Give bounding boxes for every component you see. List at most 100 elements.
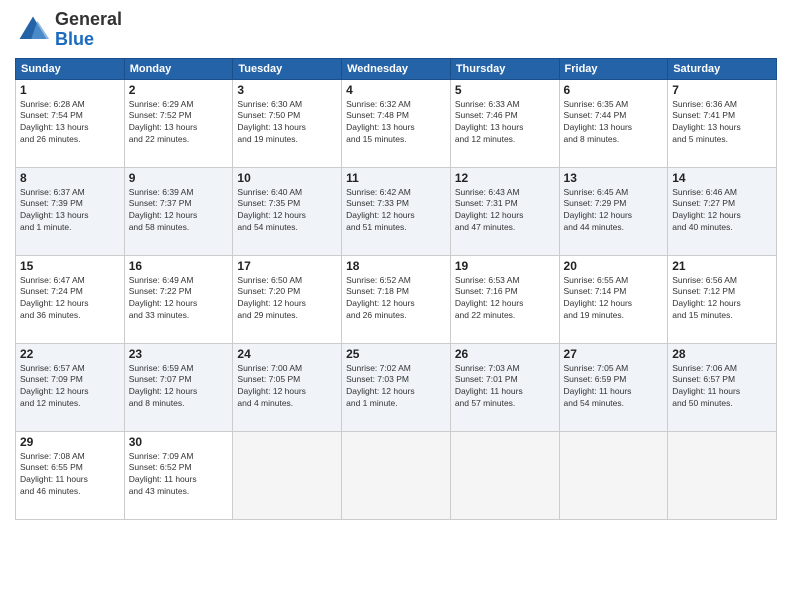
day-number: 8 — [20, 171, 120, 185]
header: General Blue — [15, 10, 777, 50]
calendar-week-3: 15 Sunrise: 6:47 AM Sunset: 7:24 PM Dayli… — [16, 255, 777, 343]
calendar-cell: 11 Sunrise: 6:42 AM Sunset: 7:33 PM Dayli… — [342, 167, 451, 255]
day-number: 22 — [20, 347, 120, 361]
day-number: 2 — [129, 83, 229, 97]
day-info: Sunrise: 6:49 AM Sunset: 7:22 PM Dayligh… — [129, 275, 229, 323]
calendar-cell: 20Sunrise: 6:55 AM Sunset: 7:14 PM Dayli… — [559, 255, 668, 343]
day-number: 13 — [564, 171, 664, 185]
calendar-cell: 3 Sunrise: 6:30 AM Sunset: 7:50 PM Daylig… — [233, 79, 342, 167]
day-number: 25 — [346, 347, 446, 361]
calendar-cell: 2 Sunrise: 6:29 AM Sunset: 7:52 PM Daylig… — [124, 79, 233, 167]
calendar-cell: 22 Sunrise: 6:57 AM Sunset: 7:09 PM Dayli… — [16, 343, 125, 431]
day-header-saturday: Saturday — [668, 58, 777, 79]
day-number: 7 — [672, 83, 772, 97]
day-info: Sunrise: 7:02 AM Sunset: 7:03 PM Dayligh… — [346, 363, 446, 411]
day-info: Sunrise: 7:05 AM Sunset: 6:59 PM Dayligh… — [564, 363, 664, 411]
day-header-thursday: Thursday — [450, 58, 559, 79]
calendar-header-row: SundayMondayTuesdayWednesdayThursdayFrid… — [16, 58, 777, 79]
calendar-cell: 6Sunrise: 6:35 AM Sunset: 7:44 PM Daylig… — [559, 79, 668, 167]
day-number: 10 — [237, 171, 337, 185]
calendar-week-5: 29 Sunrise: 7:08 AM Sunset: 6:55 PM Dayli… — [16, 431, 777, 519]
day-number: 3 — [237, 83, 337, 97]
day-number: 14 — [672, 171, 772, 185]
calendar-cell — [233, 431, 342, 519]
day-info: Sunrise: 7:06 AM Sunset: 6:57 PM Dayligh… — [672, 363, 772, 411]
calendar-cell: 25 Sunrise: 7:02 AM Sunset: 7:03 PM Dayli… — [342, 343, 451, 431]
logo-text: General Blue — [55, 10, 122, 50]
day-number: 29 — [20, 435, 120, 449]
day-number: 30 — [129, 435, 229, 449]
day-number: 16 — [129, 259, 229, 273]
calendar-cell: 12Sunrise: 6:43 AM Sunset: 7:31 PM Dayli… — [450, 167, 559, 255]
day-info: Sunrise: 6:45 AM Sunset: 7:29 PM Dayligh… — [564, 187, 664, 235]
calendar-cell: 10 Sunrise: 6:40 AM Sunset: 7:35 PM Dayli… — [233, 167, 342, 255]
calendar-cell: 27 Sunrise: 7:05 AM Sunset: 6:59 PM Dayli… — [559, 343, 668, 431]
day-number: 28 — [672, 347, 772, 361]
calendar-cell — [668, 431, 777, 519]
calendar-week-4: 22 Sunrise: 6:57 AM Sunset: 7:09 PM Dayli… — [16, 343, 777, 431]
day-number: 9 — [129, 171, 229, 185]
day-header-sunday: Sunday — [16, 58, 125, 79]
day-info: Sunrise: 6:35 AM Sunset: 7:44 PM Dayligh… — [564, 99, 664, 147]
day-number: 4 — [346, 83, 446, 97]
day-info: Sunrise: 6:28 AM Sunset: 7:54 PM Dayligh… — [20, 99, 120, 147]
logo-blue: Blue — [55, 29, 94, 49]
logo-general: General — [55, 9, 122, 29]
calendar-week-2: 8 Sunrise: 6:37 AM Sunset: 7:39 PM Daylig… — [16, 167, 777, 255]
day-info: Sunrise: 6:59 AM Sunset: 7:07 PM Dayligh… — [129, 363, 229, 411]
day-header-wednesday: Wednesday — [342, 58, 451, 79]
calendar-body: 1Sunrise: 6:28 AM Sunset: 7:54 PM Daylig… — [16, 79, 777, 519]
calendar-cell — [342, 431, 451, 519]
day-number: 18 — [346, 259, 446, 273]
day-number: 19 — [455, 259, 555, 273]
day-info: Sunrise: 6:43 AM Sunset: 7:31 PM Dayligh… — [455, 187, 555, 235]
day-header-friday: Friday — [559, 58, 668, 79]
day-info: Sunrise: 7:08 AM Sunset: 6:55 PM Dayligh… — [20, 451, 120, 499]
day-number: 11 — [346, 171, 446, 185]
calendar-cell: 4 Sunrise: 6:32 AM Sunset: 7:48 PM Daylig… — [342, 79, 451, 167]
calendar: SundayMondayTuesdayWednesdayThursdayFrid… — [15, 58, 777, 520]
calendar-cell: 7 Sunrise: 6:36 AM Sunset: 7:41 PM Daylig… — [668, 79, 777, 167]
day-info: Sunrise: 6:52 AM Sunset: 7:18 PM Dayligh… — [346, 275, 446, 323]
calendar-cell: 8 Sunrise: 6:37 AM Sunset: 7:39 PM Daylig… — [16, 167, 125, 255]
day-info: Sunrise: 6:29 AM Sunset: 7:52 PM Dayligh… — [129, 99, 229, 147]
calendar-cell: 28 Sunrise: 7:06 AM Sunset: 6:57 PM Dayli… — [668, 343, 777, 431]
day-number: 27 — [564, 347, 664, 361]
day-number: 24 — [237, 347, 337, 361]
logo-icon — [15, 12, 51, 48]
day-info: Sunrise: 7:00 AM Sunset: 7:05 PM Dayligh… — [237, 363, 337, 411]
day-info: Sunrise: 6:39 AM Sunset: 7:37 PM Dayligh… — [129, 187, 229, 235]
day-info: Sunrise: 6:42 AM Sunset: 7:33 PM Dayligh… — [346, 187, 446, 235]
calendar-cell: 9 Sunrise: 6:39 AM Sunset: 7:37 PM Daylig… — [124, 167, 233, 255]
day-info: Sunrise: 6:47 AM Sunset: 7:24 PM Dayligh… — [20, 275, 120, 323]
day-info: Sunrise: 7:03 AM Sunset: 7:01 PM Dayligh… — [455, 363, 555, 411]
day-info: Sunrise: 6:50 AM Sunset: 7:20 PM Dayligh… — [237, 275, 337, 323]
day-info: Sunrise: 6:53 AM Sunset: 7:16 PM Dayligh… — [455, 275, 555, 323]
day-header-tuesday: Tuesday — [233, 58, 342, 79]
calendar-cell: 17Sunrise: 6:50 AM Sunset: 7:20 PM Dayli… — [233, 255, 342, 343]
calendar-cell: 5 Sunrise: 6:33 AM Sunset: 7:46 PM Daylig… — [450, 79, 559, 167]
day-number: 23 — [129, 347, 229, 361]
day-info: Sunrise: 6:30 AM Sunset: 7:50 PM Dayligh… — [237, 99, 337, 147]
day-info: Sunrise: 6:56 AM Sunset: 7:12 PM Dayligh… — [672, 275, 772, 323]
calendar-cell: 19 Sunrise: 6:53 AM Sunset: 7:16 PM Dayli… — [450, 255, 559, 343]
day-info: Sunrise: 6:40 AM Sunset: 7:35 PM Dayligh… — [237, 187, 337, 235]
calendar-cell: 30 Sunrise: 7:09 AM Sunset: 6:52 PM Dayli… — [124, 431, 233, 519]
day-info: Sunrise: 7:09 AM Sunset: 6:52 PM Dayligh… — [129, 451, 229, 499]
logo: General Blue — [15, 10, 122, 50]
day-header-monday: Monday — [124, 58, 233, 79]
day-number: 20 — [564, 259, 664, 273]
day-info: Sunrise: 6:57 AM Sunset: 7:09 PM Dayligh… — [20, 363, 120, 411]
calendar-cell: 26Sunrise: 7:03 AM Sunset: 7:01 PM Dayli… — [450, 343, 559, 431]
calendar-cell: 16 Sunrise: 6:49 AM Sunset: 7:22 PM Dayli… — [124, 255, 233, 343]
day-info: Sunrise: 6:32 AM Sunset: 7:48 PM Dayligh… — [346, 99, 446, 147]
day-info: Sunrise: 6:37 AM Sunset: 7:39 PM Dayligh… — [20, 187, 120, 235]
day-info: Sunrise: 6:33 AM Sunset: 7:46 PM Dayligh… — [455, 99, 555, 147]
day-number: 15 — [20, 259, 120, 273]
calendar-cell: 21 Sunrise: 6:56 AM Sunset: 7:12 PM Dayli… — [668, 255, 777, 343]
page: General Blue SundayMondayTuesdayWednesda… — [0, 0, 792, 612]
day-number: 5 — [455, 83, 555, 97]
day-info: Sunrise: 6:36 AM Sunset: 7:41 PM Dayligh… — [672, 99, 772, 147]
calendar-cell: 29 Sunrise: 7:08 AM Sunset: 6:55 PM Dayli… — [16, 431, 125, 519]
day-number: 21 — [672, 259, 772, 273]
